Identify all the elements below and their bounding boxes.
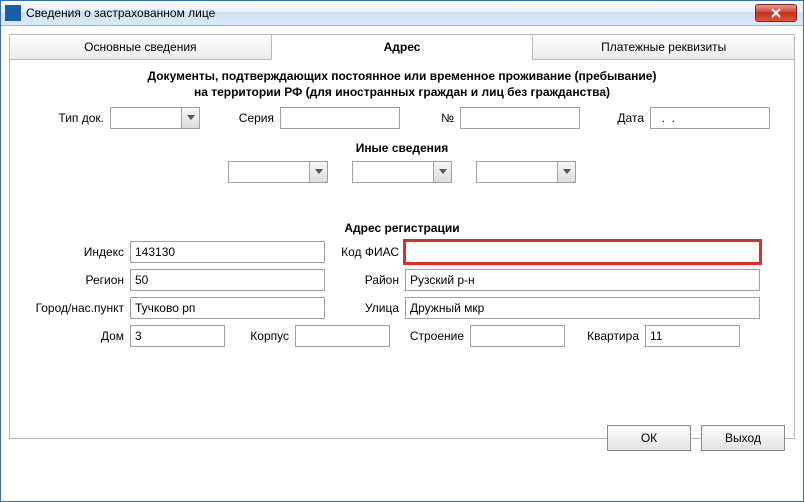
reg-title: Адрес регистрации: [20, 221, 784, 235]
chevron-down-icon: [557, 162, 575, 182]
doc-date-input[interactable]: [650, 107, 770, 129]
content: Основные сведения Адрес Платежные реквиз…: [1, 26, 803, 501]
doc-type-select[interactable]: [110, 107, 200, 129]
tab-payment[interactable]: Платежные реквизиты: [532, 34, 795, 60]
chevron-down-icon: [309, 162, 327, 182]
other-select-2[interactable]: [352, 161, 452, 183]
house-label: Дом: [20, 329, 130, 343]
chevron-down-icon: [433, 162, 451, 182]
other-select-1[interactable]: [228, 161, 328, 183]
fias-input[interactable]: [405, 241, 760, 263]
doc-number-label: №: [400, 111, 460, 125]
street-input[interactable]: [405, 297, 760, 319]
region-input[interactable]: [130, 269, 325, 291]
doc-series-label: Серия: [200, 111, 280, 125]
footer: ОК Выход: [607, 425, 785, 451]
building-input[interactable]: [470, 325, 565, 347]
tab-body-address: Документы, подтверждающих постоянное или…: [9, 59, 795, 439]
doc-date-label: Дата: [580, 111, 650, 125]
titlebar: Сведения о застрахованном лице: [1, 1, 803, 26]
region-label: Регион: [20, 273, 130, 287]
tab-bar: Основные сведения Адрес Платежные реквиз…: [9, 34, 795, 60]
tab-general[interactable]: Основные сведения: [9, 34, 272, 60]
chevron-down-icon: [181, 108, 199, 128]
doc-heading: Документы, подтверждающих постоянное или…: [20, 69, 784, 83]
window: Сведения о застрахованном лице Основные …: [0, 0, 804, 502]
street-label: Улица: [325, 301, 405, 315]
flat-label: Квартира: [565, 329, 645, 343]
exit-button[interactable]: Выход: [701, 425, 785, 451]
window-title: Сведения о застрахованном лице: [26, 6, 799, 20]
other-select-3[interactable]: [476, 161, 576, 183]
doc-subheading: на территории РФ (для иностранных гражда…: [20, 85, 784, 99]
close-icon: [770, 8, 782, 18]
close-button[interactable]: [755, 4, 797, 22]
district-input[interactable]: [405, 269, 760, 291]
doc-type-label: Тип док.: [20, 111, 110, 125]
city-input[interactable]: [130, 297, 325, 319]
korpus-label: Корпус: [225, 329, 295, 343]
other-title: Иные сведения: [20, 141, 784, 155]
other-row: [20, 161, 784, 183]
flat-input[interactable]: [645, 325, 740, 347]
korpus-input[interactable]: [295, 325, 390, 347]
building-label: Строение: [390, 329, 470, 343]
doc-number-input[interactable]: [460, 107, 580, 129]
city-label: Город/нас.пункт: [20, 301, 130, 315]
index-input[interactable]: [130, 241, 325, 263]
house-input[interactable]: [130, 325, 225, 347]
index-label: Индекс: [20, 245, 130, 259]
fias-label: Код ФИАС: [325, 245, 405, 259]
app-icon: [5, 5, 21, 21]
ok-button[interactable]: ОК: [607, 425, 691, 451]
tab-address[interactable]: Адрес: [271, 34, 534, 60]
doc-series-input[interactable]: [280, 107, 400, 129]
doc-row: Тип док. Серия № Дата: [20, 107, 784, 129]
district-label: Район: [325, 273, 405, 287]
